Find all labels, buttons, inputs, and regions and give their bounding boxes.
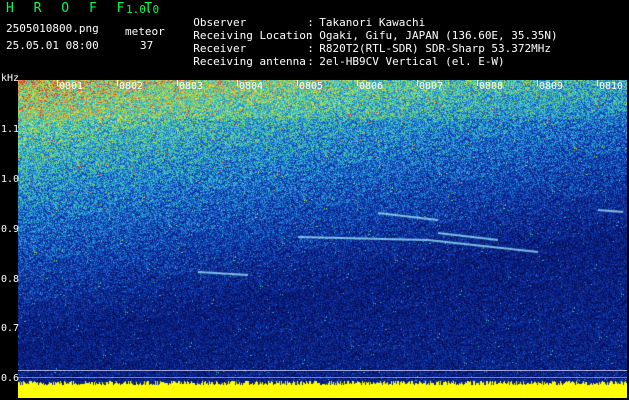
observation-datetime: 25.05.01 08:00 [6,39,99,52]
time-tick-mark [297,80,298,86]
y-tick-label: 1.1 [1,124,20,135]
spectrogram-canvas [18,80,627,398]
meteor-count: 37 [140,39,154,52]
axis-unit-label: kHz [1,73,20,84]
time-tick-mark [177,80,178,86]
info-key: Receiving antenna [193,55,306,68]
time-tick-label: 0810 [599,81,624,92]
time-tick-label: 0809 [539,81,564,92]
info-row-antenna: Receiving antenna: 2el-HB9CV Vertical (el… [180,42,505,68]
time-tick-mark [117,80,118,86]
time-tick-mark [597,80,598,86]
info-value: 2el-HB9CV Vertical (el. E-W) [319,55,505,68]
time-tick-label: 0801 [59,81,84,92]
y-tick-label: 0.8 [1,274,20,285]
time-tick-mark [357,80,358,86]
time-tick-mark [57,80,58,86]
time-tick-mark [477,80,478,86]
info-separator: : [307,55,314,68]
baseline-line [18,370,627,371]
y-tick-label: 1.0 [1,174,20,185]
y-tick-label: 0.6 [1,373,20,384]
time-tick-label: 0804 [239,81,264,92]
time-tick-mark [417,80,418,86]
time-tick-label: 0803 [179,81,204,92]
time-tick-label: 0802 [119,81,144,92]
y-tick-label: 0.7 [1,323,20,334]
image-filename: 2505010800.png [6,22,99,35]
time-tick-mark [237,80,238,86]
time-tick-label: 0807 [419,81,444,92]
time-tick-label: 0805 [299,81,324,92]
baseline-line [18,377,627,378]
time-tick-label: 0806 [359,81,384,92]
app-version: 1.0.0 [126,3,160,16]
time-tick-mark [537,80,538,86]
y-tick-label: 0.9 [1,224,20,235]
time-tick-label: 0808 [479,81,504,92]
mode-label: meteor [125,25,165,38]
